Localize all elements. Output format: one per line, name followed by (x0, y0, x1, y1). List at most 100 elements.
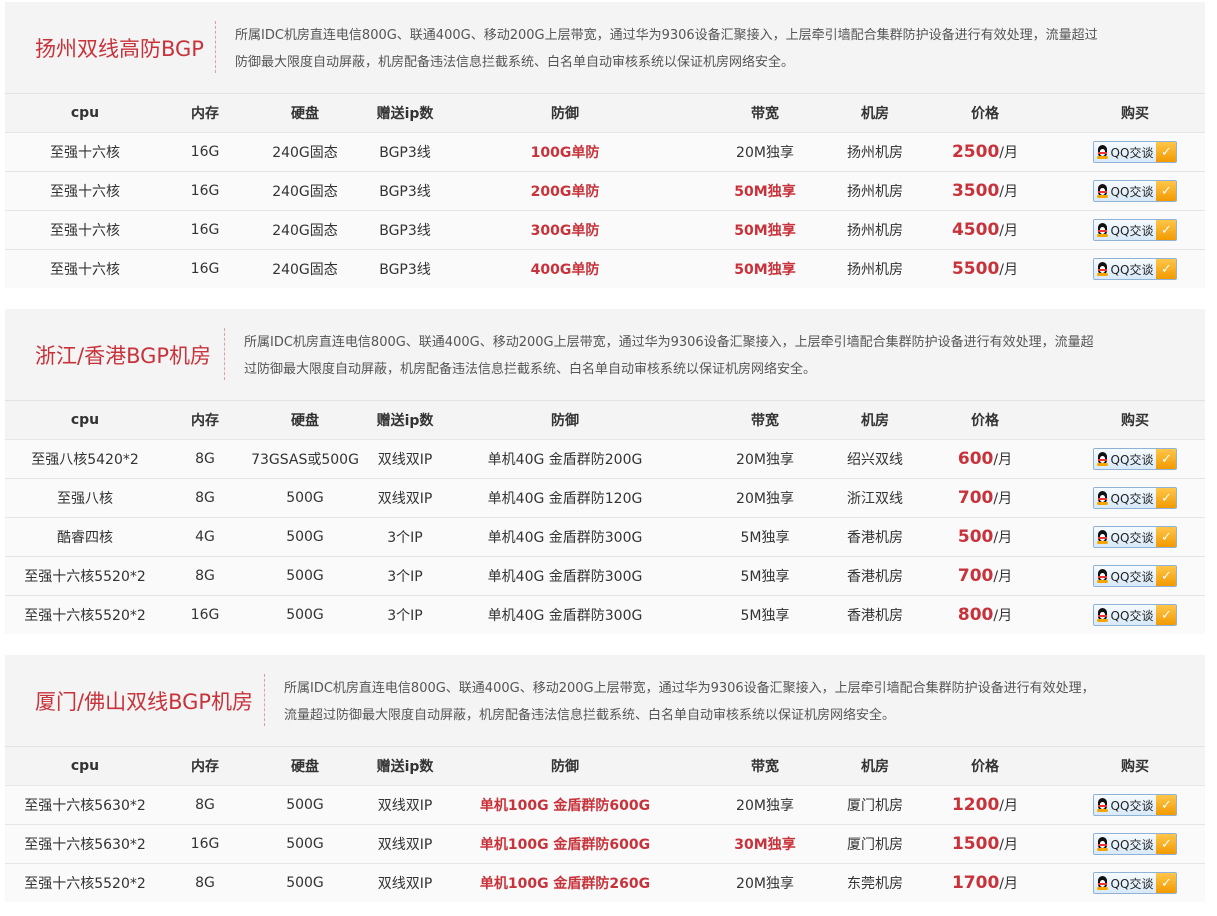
qq-button-label: QQ交谈 (1110, 608, 1154, 623)
column-header: 购买 (1065, 747, 1205, 786)
check-icon: ✓ (1156, 834, 1177, 854)
defense-cell: 单机100G 金盾群防260G (445, 863, 685, 902)
buy-cell: QQ交谈 ✓ (1065, 171, 1205, 211)
qq-penguin-icon (1096, 452, 1109, 466)
buy-cell: QQ交谈 ✓ (1065, 517, 1205, 557)
section-divider (224, 328, 225, 380)
price-value: 800 (957, 605, 994, 625)
cpu-cell: 至强十六核 (5, 132, 165, 172)
qq-chat-button[interactable]: QQ交谈 ✓ (1092, 258, 1178, 280)
price-value: 700 (957, 566, 994, 586)
disk-cell: 73GSAS或500G (245, 439, 365, 479)
table-header-row: cpu 内存 硬盘 赠送ip数 防御 带宽 机房 价格 购买 (5, 747, 1205, 786)
qq-penguin-icon (1096, 569, 1109, 583)
price-value: 700 (957, 488, 994, 508)
cpu-cell: 至强十六核 (5, 171, 165, 211)
column-header: 机房 (845, 401, 905, 440)
bandwidth-cell: 5M独享 (685, 556, 845, 596)
qq-chat-button[interactable]: QQ交谈 ✓ (1092, 180, 1178, 202)
qq-penguin-icon (1096, 837, 1109, 851)
bandwidth-cell: 50M独享 (685, 171, 845, 211)
section-title: 厦门/佛山双线BGP机房 (35, 689, 254, 714)
qq-penguin-icon (1096, 491, 1109, 505)
datacenter-cell: 香港机房 (845, 517, 905, 557)
memory-cell: 8G (165, 785, 245, 825)
check-icon: ✓ (1156, 259, 1177, 279)
check-icon: ✓ (1156, 873, 1177, 893)
disk-cell: 500G (245, 863, 365, 902)
datacenter-cell: 厦门机房 (845, 824, 905, 864)
price-cell: 1700/月 (905, 863, 1065, 902)
qq-button-left: QQ交谈 (1093, 566, 1157, 586)
qq-chat-button[interactable]: QQ交谈 ✓ (1092, 565, 1178, 587)
disk-cell: 240G固态 (245, 210, 365, 250)
table-header-row: cpu 内存 硬盘 赠送ip数 防御 带宽 机房 价格 购买 (5, 401, 1205, 440)
defense-cell: 300G单防 (445, 210, 685, 250)
ip-count-cell: 3个IP (365, 595, 445, 634)
datacenter-cell: 厦门机房 (845, 785, 905, 825)
column-header: 价格 (905, 94, 1065, 133)
column-header: 价格 (905, 401, 1065, 440)
memory-cell: 16G (165, 249, 245, 288)
ip-count-cell: 3个IP (365, 556, 445, 596)
table-row: 至强十六核 16G 240G固态 BGP3线 100G单防 20M独享 扬州机房 2500/月… (5, 132, 1205, 172)
qq-button-label: QQ交谈 (1110, 145, 1154, 160)
column-header: 价格 (905, 747, 1065, 786)
qq-chat-button[interactable]: QQ交谈 ✓ (1092, 487, 1178, 509)
price-value: 3500 (951, 181, 1000, 201)
check-icon: ✓ (1156, 605, 1177, 625)
qq-chat-button[interactable]: QQ交谈 ✓ (1092, 794, 1178, 816)
cpu-cell: 至强十六核 (5, 210, 165, 250)
cpu-cell: 至强八核 (5, 478, 165, 518)
buy-cell: QQ交谈 ✓ (1065, 478, 1205, 518)
column-header: 防御 (445, 94, 685, 133)
column-header: 带宽 (685, 401, 845, 440)
column-header: cpu (5, 94, 165, 133)
qq-button-left: QQ交谈 (1093, 181, 1157, 201)
section-divider (215, 21, 216, 73)
price-value: 5500 (951, 259, 1000, 279)
defense-cell: 单机40G 金盾群防300G (445, 517, 685, 557)
column-header: 赠送ip数 (365, 747, 445, 786)
disk-cell: 500G (245, 595, 365, 634)
pricing-table: cpu 内存 硬盘 赠送ip数 防御 带宽 机房 价格 购买 至强十六核 16G 240G固态 BGP3… (5, 94, 1205, 288)
ip-count-cell: 双线双IP (365, 439, 445, 479)
qq-penguin-icon (1096, 223, 1109, 237)
ip-count-cell: BGP3线 (365, 249, 445, 288)
price-unit: /月 (999, 223, 1019, 239)
qq-chat-button[interactable]: QQ交谈 ✓ (1092, 448, 1178, 470)
buy-cell: QQ交谈 ✓ (1065, 210, 1205, 250)
price-cell: 700/月 (905, 556, 1065, 596)
qq-chat-button[interactable]: QQ交谈 ✓ (1092, 872, 1178, 894)
memory-cell: 16G (165, 824, 245, 864)
qq-chat-button[interactable]: QQ交谈 ✓ (1092, 833, 1178, 855)
price-cell: 1200/月 (905, 785, 1065, 825)
section-divider (264, 674, 265, 726)
column-header: 硬盘 (245, 94, 365, 133)
price-unit: /月 (999, 837, 1019, 853)
qq-chat-button[interactable]: QQ交谈 ✓ (1092, 526, 1178, 548)
qq-chat-button[interactable]: QQ交谈 ✓ (1092, 604, 1178, 626)
check-icon: ✓ (1156, 527, 1177, 547)
qq-chat-button[interactable]: QQ交谈 ✓ (1092, 219, 1178, 241)
cpu-cell: 至强十六核5520*2 (5, 595, 165, 634)
section-title: 浙江/香港BGP机房 (35, 343, 212, 368)
qq-penguin-icon (1096, 145, 1109, 159)
bandwidth-cell: 50M独享 (685, 210, 845, 250)
datacenter-cell: 香港机房 (845, 556, 905, 596)
bandwidth-cell: 20M独享 (685, 439, 845, 479)
table-row: 至强八核 8G 500G 双线双IP 单机40G 金盾群防120G 20M独享 浙江双线 70… (5, 478, 1205, 518)
product-section: 浙江/香港BGP机房 所属IDC机房直连电信800G、联通400G、移动200G上… (5, 309, 1205, 634)
memory-cell: 8G (165, 556, 245, 596)
buy-cell: QQ交谈 ✓ (1065, 439, 1205, 479)
qq-chat-button[interactable]: QQ交谈 ✓ (1092, 141, 1178, 163)
price-value: 500 (957, 527, 994, 547)
section-header: 厦门/佛山双线BGP机房 所属IDC机房直连电信800G、联通400G、移动200… (5, 655, 1205, 747)
qq-penguin-icon (1096, 530, 1109, 544)
price-unit: /月 (993, 608, 1013, 624)
price-cell: 1500/月 (905, 824, 1065, 864)
qq-button-label: QQ交谈 (1110, 491, 1154, 506)
qq-button-left: QQ交谈 (1093, 488, 1157, 508)
description-line: 防御最大限度自动屏蔽，机房配备违法信息拦截系统、白名单自动审核系统以保证机房网络… (235, 55, 795, 70)
qq-button-label: QQ交谈 (1110, 530, 1154, 545)
